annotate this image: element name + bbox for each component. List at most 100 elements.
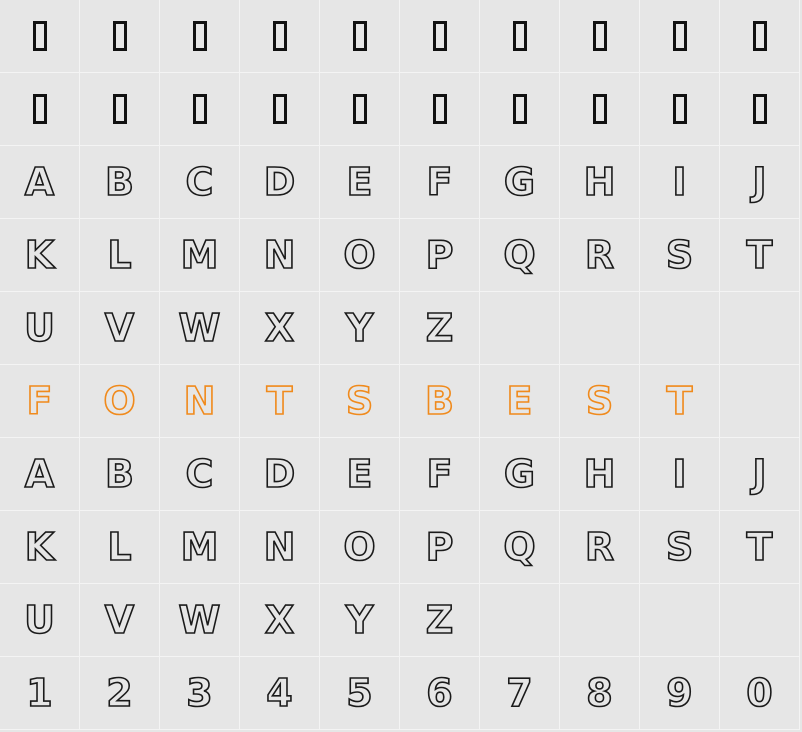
glyph-character: F (426, 160, 454, 204)
brand-letter: T (666, 379, 694, 423)
glyph-cell: O (80, 365, 160, 438)
missing-glyph-icon (512, 21, 527, 51)
glyph-cell: J (720, 146, 800, 219)
glyph-character: U (23, 306, 55, 350)
glyph-cell: B (80, 146, 160, 219)
glyph-cell (320, 73, 400, 146)
glyph-cell: Z (400, 292, 480, 365)
missing-glyph-icon (752, 21, 767, 51)
glyph-cell: K (0, 511, 80, 584)
glyph-character: N (263, 233, 296, 277)
glyph-cell: H (560, 146, 640, 219)
missing-glyph-icon (192, 94, 207, 124)
glyph-cell (640, 0, 720, 73)
glyph-character: I (672, 452, 688, 496)
glyph-cell: W (160, 584, 240, 657)
glyph-character: L (107, 525, 133, 569)
glyph-cell (720, 292, 800, 365)
glyph-cell (720, 365, 800, 438)
glyph-character: N (263, 525, 296, 569)
glyph-cell: W (160, 292, 240, 365)
glyph-character: W (178, 598, 222, 642)
glyph-cell (560, 584, 640, 657)
glyph-cell (560, 73, 640, 146)
glyph-cell: U (0, 584, 80, 657)
glyph-cell: L (80, 219, 160, 292)
brand-letter: S (585, 379, 614, 423)
glyph-character: 4 (265, 671, 293, 715)
glyph-cell: P (400, 219, 480, 292)
glyph-character: S (665, 233, 694, 277)
glyph-cell: 9 (640, 657, 720, 730)
glyph-cell: F (0, 365, 80, 438)
glyph-cell (720, 73, 800, 146)
glyph-cell: 7 (480, 657, 560, 730)
glyph-cell: R (560, 511, 640, 584)
glyph-cell: T (640, 365, 720, 438)
missing-glyph-icon (672, 94, 687, 124)
glyph-character: G (503, 452, 536, 496)
glyph-cell (480, 584, 560, 657)
glyph-cell: F (400, 146, 480, 219)
missing-glyph-icon (32, 94, 47, 124)
glyph-character: 0 (745, 671, 773, 715)
missing-glyph-icon (272, 94, 287, 124)
missing-glyph-icon (352, 21, 367, 51)
glyph-cell: T (240, 365, 320, 438)
glyph-character: X (264, 306, 295, 350)
glyph-character: S (665, 525, 694, 569)
glyph-cell: X (240, 584, 320, 657)
glyph-cell: T (720, 511, 800, 584)
brand-letter: S (345, 379, 374, 423)
glyph-character: R (584, 233, 615, 277)
glyph-character: A (24, 160, 55, 204)
glyph-cell: S (640, 219, 720, 292)
glyph-cell: I (640, 146, 720, 219)
glyph-cell: 4 (240, 657, 320, 730)
glyph-cell: G (480, 438, 560, 511)
glyph-character: D (263, 160, 296, 204)
glyph-cell: Q (480, 219, 560, 292)
glyph-cell: Y (320, 292, 400, 365)
glyph-character: Z (425, 306, 454, 350)
glyph-cell: A (0, 146, 80, 219)
missing-glyph-icon (32, 21, 47, 51)
missing-glyph-icon (352, 94, 367, 124)
glyph-cell: S (640, 511, 720, 584)
glyph-character: H (583, 160, 616, 204)
glyph-cell: H (560, 438, 640, 511)
glyph-cell: A (0, 438, 80, 511)
glyph-character: J (752, 452, 768, 496)
glyph-cell: O (320, 511, 400, 584)
glyph-cell: O (320, 219, 400, 292)
glyph-cell: B (400, 365, 480, 438)
glyph-cell (240, 73, 320, 146)
glyph-cell: U (0, 292, 80, 365)
glyph-cell: 8 (560, 657, 640, 730)
glyph-character: O (343, 525, 377, 569)
glyph-cell (0, 0, 80, 73)
glyph-cell: M (160, 219, 240, 292)
glyph-character: P (425, 525, 454, 569)
glyph-cell: Q (480, 511, 560, 584)
glyph-character: 8 (585, 671, 613, 715)
missing-glyph-icon (192, 21, 207, 51)
glyph-cell (480, 0, 560, 73)
glyph-character: X (264, 598, 295, 642)
glyph-character: L (107, 233, 133, 277)
missing-glyph-icon (672, 21, 687, 51)
missing-glyph-icon (592, 94, 607, 124)
glyph-character: 9 (665, 671, 693, 715)
glyph-cell: E (320, 438, 400, 511)
glyph-cell: X (240, 292, 320, 365)
glyph-character: Q (503, 525, 537, 569)
glyph-character: I (672, 160, 688, 204)
brand-letter: F (26, 379, 54, 423)
glyph-character: K (24, 233, 55, 277)
glyph-character: C (185, 452, 214, 496)
glyph-cell (80, 0, 160, 73)
glyph-cell: K (0, 219, 80, 292)
glyph-character: 5 (345, 671, 373, 715)
glyph-cell (80, 73, 160, 146)
glyph-cell (320, 0, 400, 73)
